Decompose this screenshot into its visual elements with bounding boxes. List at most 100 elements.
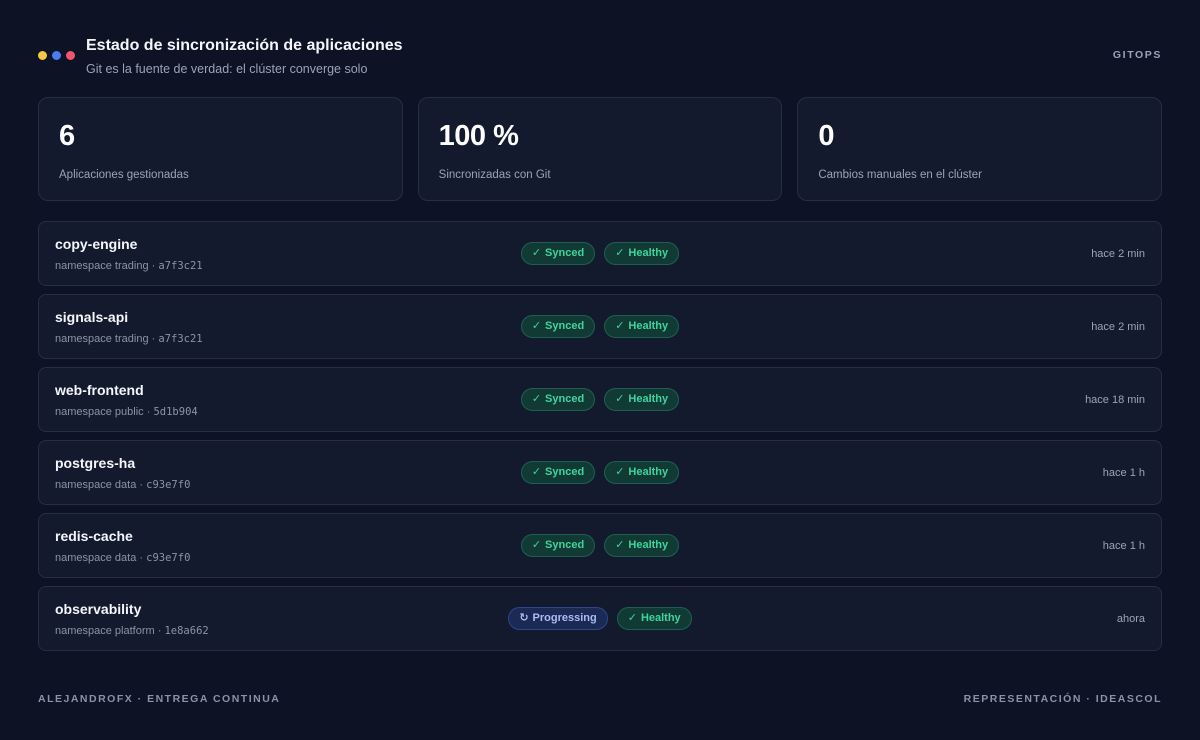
app-namespace: namespace public: [55, 406, 144, 418]
sync-status-label: Synced: [545, 247, 585, 259]
app-meta: namespace data · c93e7f0: [55, 479, 190, 491]
meta-separator: ·: [139, 552, 144, 564]
sync-status-badge: ✓ Synced: [520, 388, 596, 411]
page-header: Estado de sincronización de aplicaciones…: [38, 36, 1162, 80]
check-icon: ✓: [627, 612, 637, 624]
stat-card-manual-changes: 0 Cambios manuales en el clúster: [797, 97, 1163, 201]
stat-value: 100 %: [438, 120, 519, 152]
meta-separator: ·: [146, 406, 151, 418]
app-namespace: namespace trading: [55, 333, 149, 345]
app-name: web-frontend: [55, 382, 144, 398]
app-meta: namespace trading · a7f3c21: [55, 333, 203, 345]
red-dot-icon: [66, 51, 75, 60]
stat-card-apps: 6 Aplicaciones gestionadas: [38, 97, 403, 201]
app-meta: namespace public · 5d1b904: [55, 406, 198, 418]
stats-panel: 6 Aplicaciones gestionadas 100 % Sincron…: [38, 97, 1163, 201]
sync-status-label: Synced: [545, 539, 585, 551]
health-status-badge: ✓ Healthy: [616, 607, 692, 630]
stat-label: Aplicaciones gestionadas: [59, 169, 189, 181]
gitops-tag: GITOPS: [1112, 49, 1162, 61]
app-namespace: namespace platform: [55, 625, 155, 637]
last-sync-time: hace 18 min: [1085, 394, 1145, 406]
check-icon: ✓: [615, 247, 625, 259]
health-status-label: Healthy: [628, 393, 669, 405]
sync-status-badge: ✓ Synced: [520, 315, 596, 338]
app-row-postgres-ha[interactable]: postgres-ha namespace data · c93e7f0 ✓ Sync…: [38, 440, 1162, 505]
app-name: redis-cache: [55, 528, 133, 544]
check-icon: ✓: [615, 393, 625, 405]
app-status-badges: ✓ Synced ✓ Healthy: [39, 242, 1161, 265]
app-meta: namespace trading · a7f3c21: [55, 260, 203, 272]
meta-separator: ·: [157, 625, 162, 637]
applications-list: copy-engine namespace trading · a7f3c21 ✓ S…: [38, 221, 1162, 659]
app-commit: 5d1b904: [153, 406, 198, 418]
last-sync-time: ahora: [1116, 613, 1145, 625]
check-icon: ✓: [531, 539, 542, 551]
app-commit: c93e7f0: [146, 479, 191, 491]
last-sync-time: hace 2 min: [1091, 321, 1145, 333]
sync-status-label: Progressing: [532, 612, 597, 624]
sync-status-badge: ✓ Synced: [520, 461, 596, 484]
sync-status-label: Synced: [545, 320, 585, 332]
last-sync-time: hace 1 h: [1102, 540, 1145, 552]
app-status-badges: ✓ Synced ✓ Healthy: [39, 388, 1161, 411]
last-sync-time: hace 1 h: [1102, 467, 1145, 479]
yellow-dot-icon: [38, 51, 47, 60]
sync-status-badge: ✓ Synced: [520, 242, 596, 265]
app-name: signals-api: [55, 309, 129, 325]
stat-value: 0: [818, 120, 834, 152]
health-status-badge: ✓ Healthy: [604, 242, 680, 265]
app-namespace: namespace trading: [55, 260, 149, 272]
app-row-observability[interactable]: observability namespace platform · 1e8a66…: [38, 586, 1162, 651]
footer-representation: REPRESENTACIÓN · IDEASCOL: [963, 693, 1162, 705]
app-commit: 1e8a662: [164, 625, 209, 637]
stat-value: 6: [59, 120, 75, 152]
page-title: Estado de sincronización de aplicaciones: [86, 37, 403, 54]
health-status-label: Healthy: [628, 247, 669, 259]
app-status-badges: ✓ Synced ✓ Healthy: [39, 315, 1161, 338]
sync-status-badge: ✓ Synced: [520, 534, 596, 557]
meta-separator: ·: [151, 260, 156, 272]
app-commit: c93e7f0: [146, 552, 191, 564]
check-icon: ✓: [531, 320, 542, 332]
window-dots: [38, 51, 75, 60]
check-icon: ✓: [615, 539, 625, 551]
health-status-badge: ✓ Healthy: [604, 388, 680, 411]
health-status-badge: ✓ Healthy: [604, 315, 680, 338]
sync-status-label: Synced: [545, 466, 585, 478]
app-commit: a7f3c21: [158, 260, 203, 272]
health-status-badge: ✓ Healthy: [604, 461, 680, 484]
check-icon: ✓: [615, 466, 625, 478]
app-row-signals-api[interactable]: signals-api namespace trading · a7f3c21 ✓ S…: [38, 294, 1162, 359]
check-icon: ✓: [531, 393, 542, 405]
app-row-copy-engine[interactable]: copy-engine namespace trading · a7f3c21 ✓ S…: [38, 221, 1162, 286]
health-status-label: Healthy: [628, 539, 669, 551]
blue-dot-icon: [52, 51, 61, 60]
app-meta: namespace platform · 1e8a662: [55, 625, 209, 637]
sync-status-label: Synced: [545, 393, 585, 405]
app-name: postgres-ha: [55, 455, 136, 471]
app-name: copy-engine: [55, 236, 138, 252]
stat-card-synced: 100 % Sincronizadas con Git: [417, 97, 783, 201]
meta-separator: ·: [151, 333, 156, 345]
app-row-redis-cache[interactable]: redis-cache namespace data · c93e7f0 ✓ Sync…: [38, 513, 1162, 578]
check-icon: ✓: [531, 247, 542, 259]
refresh-icon: ↻: [519, 612, 529, 624]
health-status-label: Healthy: [640, 612, 681, 624]
check-icon: ✓: [615, 320, 625, 332]
app-status-badges: ✓ Synced ✓ Healthy: [39, 461, 1161, 484]
health-status-label: Healthy: [628, 466, 669, 478]
health-status-badge: ✓ Healthy: [604, 534, 680, 557]
health-status-label: Healthy: [628, 320, 669, 332]
stat-label: Cambios manuales en el clúster: [818, 169, 982, 181]
app-namespace: namespace data: [55, 479, 137, 491]
page-subtitle: Git es la fuente de verdad: el clúster c…: [86, 62, 368, 76]
app-status-badges: ✓ Synced ✓ Healthy: [39, 534, 1161, 557]
footer-credit: ALEJANDROFX · ENTREGA CONTINUA: [38, 693, 281, 705]
app-meta: namespace data · c93e7f0: [55, 552, 190, 564]
app-namespace: namespace data: [55, 552, 137, 564]
app-name: observability: [55, 601, 142, 617]
app-row-web-frontend[interactable]: web-frontend namespace public · 5d1b904 ✓ S…: [38, 367, 1162, 432]
check-icon: ✓: [531, 466, 542, 478]
last-sync-time: hace 2 min: [1091, 248, 1145, 260]
